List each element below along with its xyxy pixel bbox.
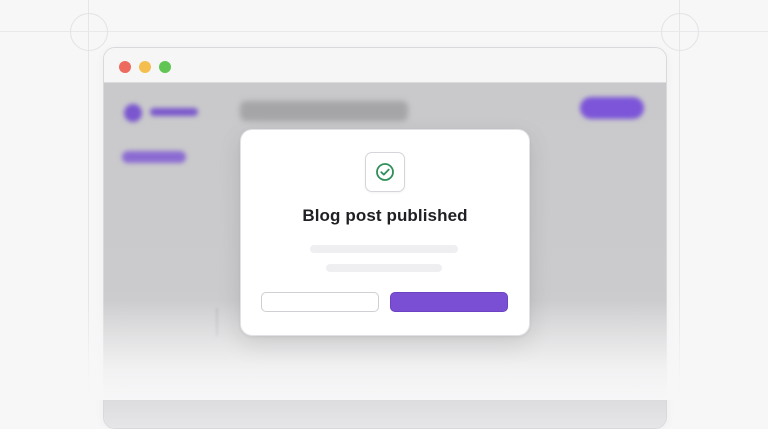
check-circle-icon [376, 163, 394, 181]
secondary-button[interactable] [261, 292, 379, 312]
guide-line-horizontal-top [0, 31, 768, 32]
blurred-sidebar-label [150, 108, 198, 116]
blurred-avatar [124, 104, 142, 122]
success-dialog: Blog post published [240, 129, 530, 336]
dialog-title: Blog post published [302, 206, 468, 225]
blurred-header-button [580, 97, 644, 119]
success-icon-container [365, 152, 405, 192]
maximize-window-button[interactable] [159, 61, 171, 73]
window-titlebar [104, 48, 666, 83]
guide-line-vertical-right [679, 0, 680, 400]
dialog-description-placeholder-2 [326, 264, 442, 272]
dialog-description-placeholder-1 [310, 245, 458, 253]
primary-button[interactable] [390, 292, 508, 312]
guide-line-vertical-left [88, 0, 89, 400]
close-window-button[interactable] [119, 61, 131, 73]
guide-circle-right [661, 13, 699, 51]
guide-circle-left [70, 13, 108, 51]
minimize-window-button[interactable] [139, 61, 151, 73]
blurred-divider [216, 308, 218, 336]
blurred-page-title [240, 101, 408, 121]
blurred-sidebar-pill [122, 151, 186, 163]
